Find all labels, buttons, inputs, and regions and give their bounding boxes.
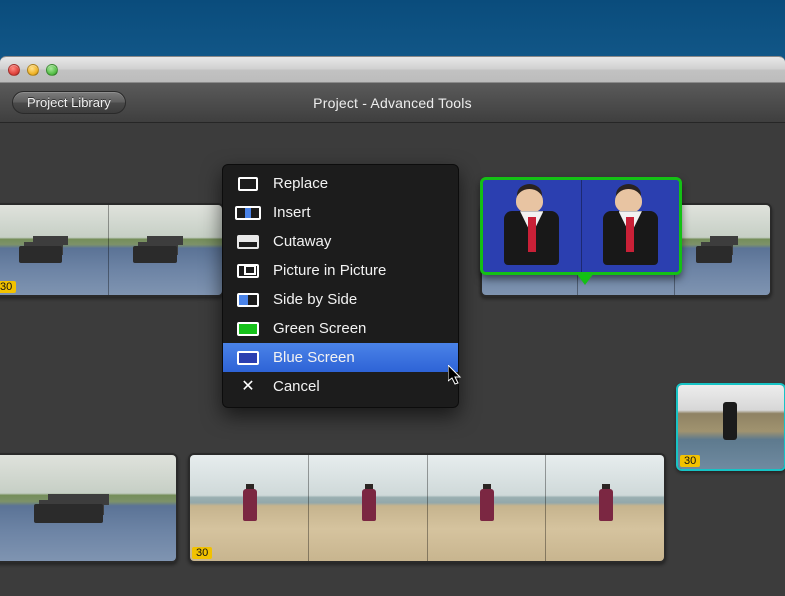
clip-thumbnail: [675, 205, 770, 295]
blue-screen-icon: [235, 350, 261, 366]
menu-item-side-by-side[interactable]: Side by Side: [223, 285, 458, 314]
clip-thumbnail: [190, 455, 309, 561]
clip-thumbnail: [0, 455, 176, 561]
menu-item-cutaway[interactable]: Cutaway: [223, 227, 458, 256]
project-library-button[interactable]: Project Library: [12, 91, 126, 114]
close-window-button[interactable]: [8, 64, 20, 76]
menu-item-label: Picture in Picture: [273, 262, 386, 279]
project-workarea: 30: [0, 123, 785, 596]
menu-item-picture-in-picture[interactable]: Picture in Picture: [223, 256, 458, 285]
drop-indicator-icon: [576, 273, 594, 285]
clip-thumbnail: [582, 180, 680, 272]
menu-item-label: Green Screen: [273, 320, 366, 337]
menu-item-replace[interactable]: Replace: [223, 169, 458, 198]
menu-item-green-screen[interactable]: Green Screen: [223, 314, 458, 343]
dragged-clip[interactable]: [480, 177, 682, 275]
pip-icon: [235, 263, 261, 279]
clip-thumbnail: [0, 205, 109, 295]
menu-item-insert[interactable]: Insert: [223, 198, 458, 227]
clip-thumbnail: [309, 455, 428, 561]
project-title: Project - Advanced Tools: [313, 95, 472, 111]
menu-item-label: Cutaway: [273, 233, 331, 250]
menu-item-cancel[interactable]: ✕ Cancel: [223, 372, 458, 401]
replace-icon: [235, 176, 261, 192]
titlebar: [0, 57, 785, 83]
menu-item-label: Insert: [273, 204, 311, 221]
insert-icon: [235, 205, 261, 221]
green-screen-icon: [235, 321, 261, 337]
clip-duration-badge: 30: [680, 455, 700, 467]
minimize-window-button[interactable]: [27, 64, 39, 76]
menu-item-blue-screen[interactable]: Blue Screen: [223, 343, 458, 372]
cutaway-icon: [235, 234, 261, 250]
menu-item-label: Cancel: [273, 378, 320, 395]
clip-thumbnail: [483, 180, 582, 272]
zoom-window-button[interactable]: [46, 64, 58, 76]
clip-thumbnail: [109, 205, 223, 295]
cancel-icon: ✕: [235, 379, 261, 395]
clip-duration-badge: 30: [192, 547, 212, 559]
clip-duration-badge: 30: [0, 281, 16, 293]
clip-drop-context-menu[interactable]: Replace Insert Cutaway Picture in Pictur…: [222, 164, 459, 408]
menu-item-label: Replace: [273, 175, 328, 192]
clip-thumbnail: [546, 455, 664, 561]
timeline-clip-selected[interactable]: 30: [676, 383, 785, 471]
clip-thumbnail: [428, 455, 547, 561]
sbs-icon: [235, 292, 261, 308]
app-window: Project Library Project - Advanced Tools…: [0, 56, 785, 596]
timeline-clip[interactable]: 30: [188, 453, 666, 563]
mouse-cursor-icon: [448, 365, 466, 387]
timeline-clip[interactable]: 30: [0, 203, 224, 297]
menu-item-label: Blue Screen: [273, 349, 355, 366]
menu-item-label: Side by Side: [273, 291, 357, 308]
toolbar: Project Library Project - Advanced Tools: [0, 83, 785, 123]
timeline-lower[interactable]: 30 30: [0, 453, 785, 573]
timeline-clip[interactable]: [0, 453, 178, 563]
